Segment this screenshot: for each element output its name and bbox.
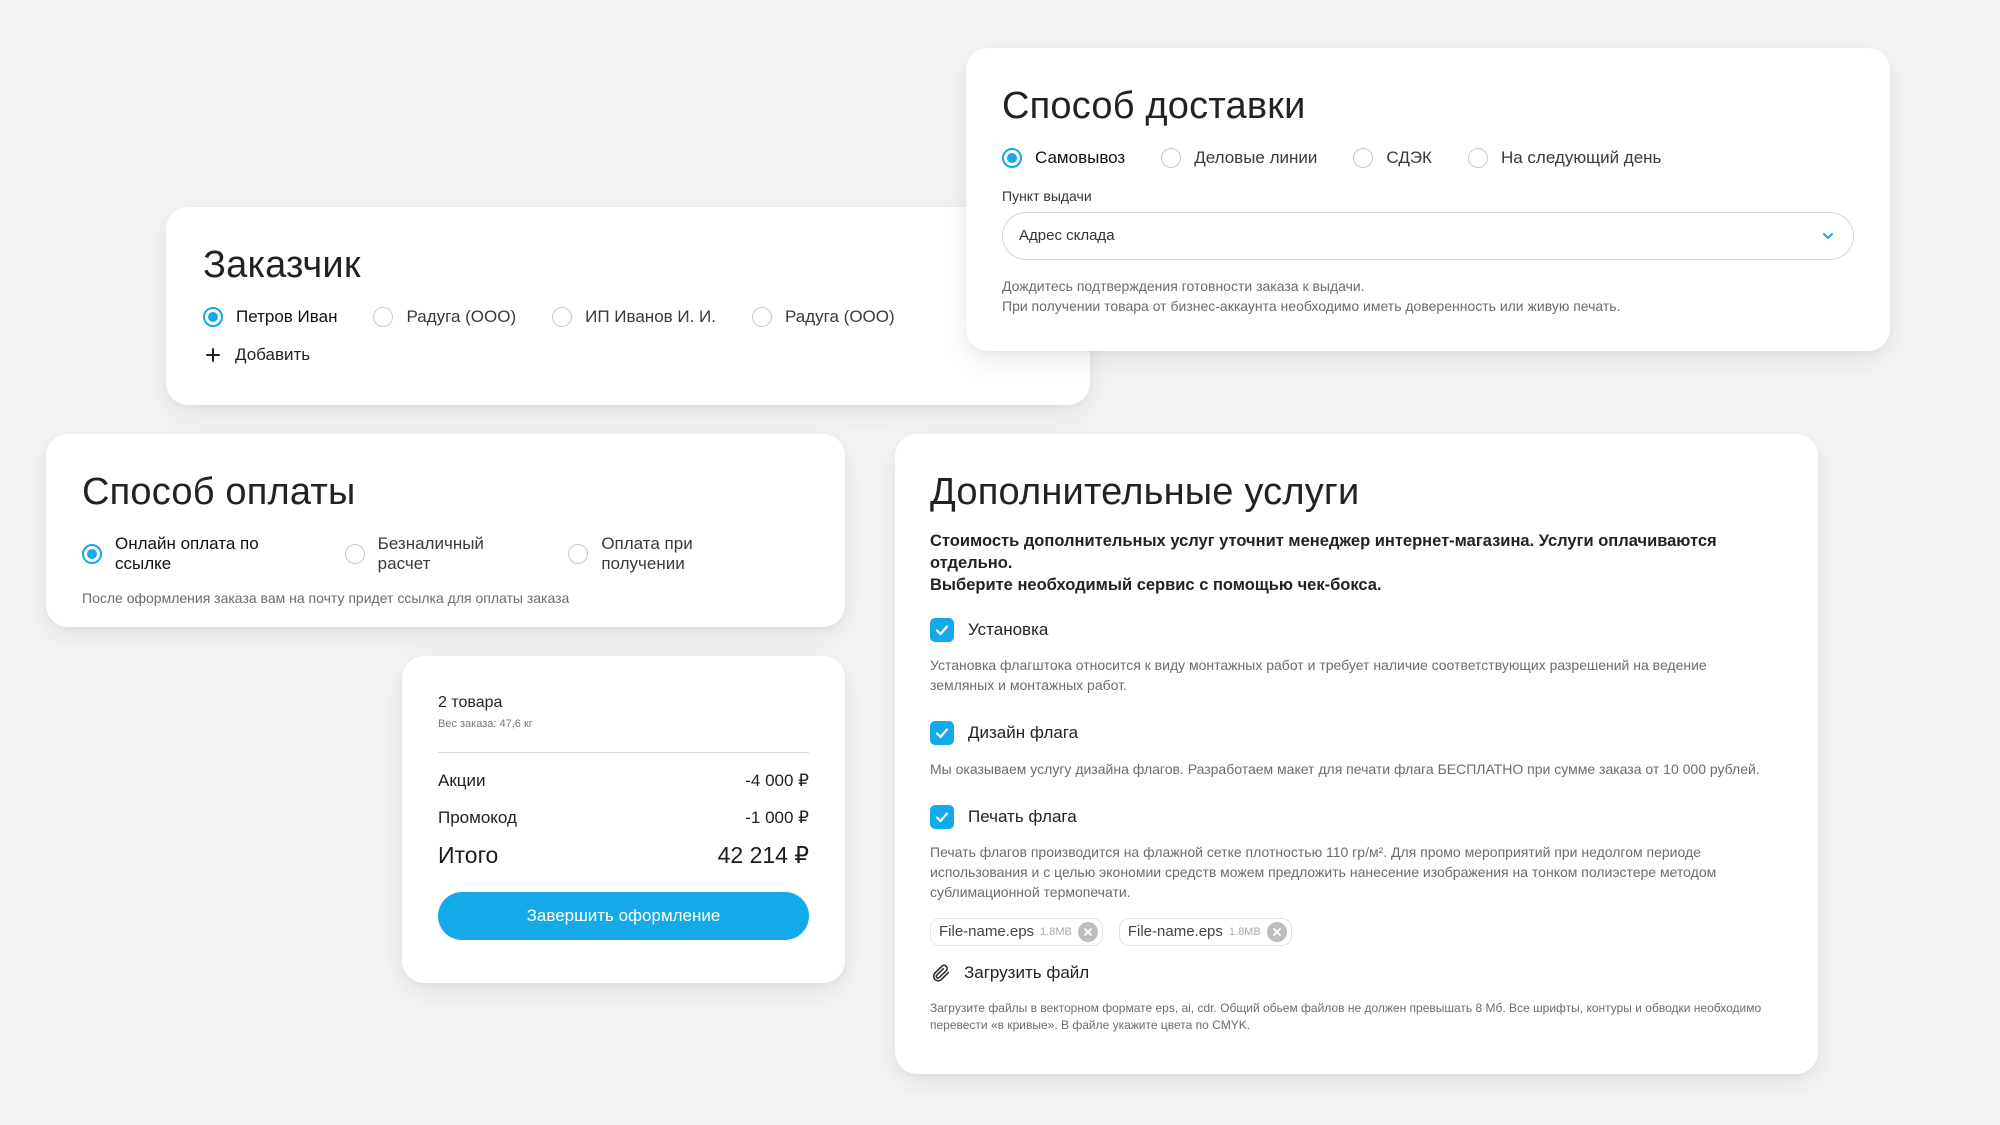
payment-option-cashless[interactable]: Безналичный расчет: [344, 533, 533, 574]
summary-total: Итого 42 214 ₽: [438, 842, 809, 869]
service-installation-checkbox[interactable]: Установка: [930, 617, 1782, 642]
upload-file-button[interactable]: Загрузить файл: [930, 962, 1782, 984]
file-name: File-name.eps: [1127, 923, 1223, 941]
customer-option-raduga-2[interactable]: Радуга (ООО): [752, 306, 895, 327]
radio-icon: [1161, 147, 1182, 168]
radio-icon: [1353, 147, 1374, 168]
service-print-desc-2: использования и с целью экономии средств…: [930, 863, 1717, 880]
service-design-checkbox[interactable]: Дизайн флага: [930, 720, 1782, 745]
option-label: Радуга (ООО): [785, 306, 895, 326]
radio-icon: [373, 306, 394, 327]
service-print-desc-1: Печать флагов производится на флажной се…: [930, 843, 1701, 860]
option-label: Самовывоз: [1035, 147, 1126, 167]
customer-title: Заказчик: [203, 244, 361, 286]
service-label: Установка: [968, 619, 1049, 639]
option-label: Деловые линии: [1194, 147, 1318, 167]
customer-option-ivanov[interactable]: ИП Иванов И. И.: [552, 306, 717, 327]
items-count: 2 товара: [438, 694, 503, 711]
payment-note: После оформления заказа вам на почту при…: [82, 589, 570, 606]
delivery-card: Способ доставки Самовывоз Деловые линии …: [966, 48, 1890, 351]
file-size: 1.8MB: [1040, 925, 1072, 938]
service-label: Дизайн флага: [968, 722, 1079, 742]
option-label: Онлайн оплата по ссылке: [115, 533, 259, 573]
services-intro-1: Стоимость дополнительных услуг уточнит м…: [930, 531, 1717, 572]
payment-option-online[interactable]: Онлайн оплата по ссылке: [82, 534, 309, 574]
option-label: Радуга (ООО): [406, 306, 517, 326]
delivery-option-cdek[interactable]: СДЭК: [1353, 147, 1432, 168]
option-label: Петров Иван: [236, 306, 338, 326]
total-value: 42 214 ₽: [717, 842, 809, 868]
customer-card: Заказчик Петров Иван Радуга (ООО) ИП Ива…: [166, 207, 1090, 405]
summary-card: 2 товара Вес заказа: 47,6 кг Акции -4 00…: [402, 656, 845, 983]
payment-card: Способ оплаты Онлайн оплата по ссылке Бе…: [46, 434, 845, 627]
radio-icon: [1467, 147, 1488, 168]
services-card: Дополнительные услуги Стоимость дополнит…: [895, 434, 1818, 1074]
paperclip-icon: [930, 962, 952, 984]
summary-row-promocode: Промокод -1 000 ₽: [438, 808, 809, 828]
delivery-title: Способ доставки: [1002, 85, 1306, 127]
delivery-option-next-day[interactable]: На следующий день: [1467, 147, 1662, 168]
services-intro-2: Выберите необходимый сервис с помощью че…: [930, 575, 1382, 594]
checkbox-checked-icon: [930, 617, 954, 642]
summary-row-value: -4 000 ₽: [745, 771, 809, 790]
customer-option-raduga-1[interactable]: Радуга (ООО): [373, 306, 517, 327]
close-icon[interactable]: [1077, 921, 1098, 942]
service-design-desc-1: Мы оказываем услугу дизайна флагов. Разр…: [930, 760, 1760, 777]
upload-label: Загрузить файл: [964, 962, 1090, 982]
service-print-checkbox[interactable]: Печать флага: [930, 804, 1782, 829]
radio-selected-icon: [82, 543, 102, 564]
customer-option-petrov[interactable]: Петров Иван: [203, 306, 338, 327]
radio-icon: [752, 306, 773, 327]
summary-row-value: -1 000 ₽: [745, 808, 809, 827]
service-installation-desc-2: земляных и монтажных работ.: [930, 676, 1127, 693]
plus-icon: [203, 345, 223, 365]
close-icon[interactable]: [1266, 921, 1287, 942]
payment-title: Способ оплаты: [82, 471, 356, 513]
upload-note-2: перевести «в кривые». В файле укажите цв…: [930, 1017, 1251, 1032]
option-label: СДЭК: [1386, 147, 1432, 167]
option-label: ИП Иванов И. И.: [585, 306, 717, 326]
file-chip: File-name.eps 1.8MB: [1118, 917, 1292, 946]
summary-row-label: Акции: [438, 771, 486, 790]
radio-icon: [568, 543, 589, 564]
option-label: Оплата при получении: [601, 533, 693, 573]
pickup-select-value: Адрес склада: [1019, 227, 1115, 245]
file-size: 1.8MB: [1228, 925, 1261, 938]
summary-row-label: Промокод: [438, 808, 517, 827]
delivery-option-business-lines[interactable]: Деловые линии: [1161, 147, 1318, 168]
add-customer-button[interactable]: Добавить: [203, 345, 1054, 365]
service-installation-desc-1: Установка флагштока относится к виду мон…: [930, 656, 1707, 673]
chevron-down-icon: [1821, 229, 1835, 243]
summary-divider: [438, 752, 809, 753]
radio-selected-icon: [1002, 147, 1022, 168]
order-weight: Вес заказа: 47,6 кг: [438, 718, 533, 730]
option-label: На следующий день: [1500, 147, 1662, 167]
delivery-option-pickup[interactable]: Самовывоз: [1002, 147, 1126, 168]
summary-row-promo: Акции -4 000 ₽: [438, 771, 809, 791]
checkbox-checked-icon: [930, 720, 954, 745]
file-name: File-name.eps: [939, 923, 1035, 941]
file-chip: File-name.eps 1.8MB: [930, 917, 1103, 946]
checkbox-checked-icon: [930, 804, 954, 829]
radio-icon: [552, 306, 573, 327]
delivery-note-1: Дождитесь подтверждения готовности заказ…: [1002, 277, 1365, 294]
submit-order-button[interactable]: Завершить оформление: [438, 892, 809, 940]
pickup-select[interactable]: Адрес склада: [1002, 211, 1854, 260]
radio-icon: [344, 543, 365, 564]
delivery-note-2: При получении товара от бизнес-аккаунта …: [1002, 297, 1621, 314]
option-label: Безналичный расчет: [377, 533, 484, 573]
services-title: Дополнительные услуги: [930, 471, 1360, 513]
add-label: Добавить: [235, 344, 311, 364]
service-print-desc-3: сублимационной термопечати.: [930, 883, 1131, 900]
total-label: Итого: [438, 842, 499, 868]
upload-note-1: Загрузите файлы в векторном формате eps,…: [930, 1000, 1762, 1015]
pickup-label: Пункт выдачи: [1002, 187, 1092, 204]
service-label: Печать флага: [968, 806, 1077, 826]
radio-selected-icon: [203, 306, 223, 327]
payment-option-on-receipt[interactable]: Оплата при получении: [568, 534, 771, 574]
